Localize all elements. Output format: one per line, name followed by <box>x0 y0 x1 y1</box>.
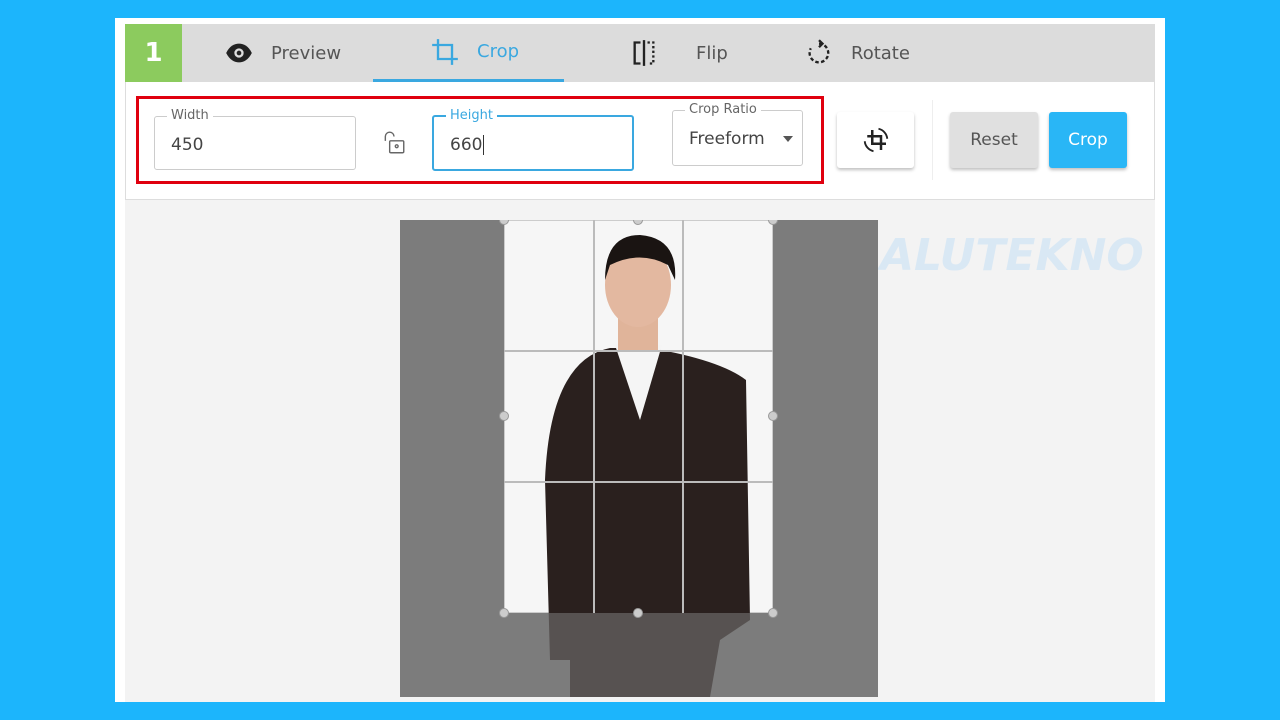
crop-handle[interactable] <box>633 608 643 618</box>
flip-icon <box>633 40 655 66</box>
tab-bar: 1 Preview Crop Flip Rotate <box>125 24 1155 82</box>
chevron-down-icon <box>783 136 793 147</box>
eye-icon <box>226 43 252 63</box>
crop-button[interactable]: Crop <box>1049 112 1127 168</box>
rotate-icon <box>808 39 830 64</box>
step-badge: 1 <box>125 24 182 82</box>
crop-handle[interactable] <box>499 411 509 421</box>
person-photo <box>504 220 773 697</box>
tab-rotate[interactable]: Rotate <box>805 24 910 82</box>
divider <box>932 100 933 180</box>
crop-handle[interactable] <box>768 608 778 618</box>
crop-rotate-icon <box>863 127 888 153</box>
image <box>400 220 878 697</box>
crop-handle[interactable] <box>768 411 778 421</box>
width-field[interactable]: Width 450 <box>154 108 356 170</box>
tab-preview[interactable]: Preview <box>225 24 341 82</box>
rotate-crop-button[interactable] <box>837 112 914 168</box>
crop-toolbar: Width 450 Height 660 Crop Ratio Freeform… <box>125 82 1155 200</box>
tab-crop[interactable]: Crop <box>373 24 564 82</box>
reset-button[interactable]: Reset <box>950 112 1038 168</box>
image-canvas: ALUTEKNO <box>125 200 1155 702</box>
watermark-logo: ALUTEKNO <box>880 230 1144 281</box>
editor-panel: 1 Preview Crop Flip Rotate Width 450 Hei… <box>115 18 1165 702</box>
crop-ratio-select[interactable]: Crop Ratio Freeform <box>672 102 803 166</box>
crop-icon <box>432 38 458 65</box>
tab-flip[interactable]: Flip <box>630 24 728 82</box>
height-field[interactable]: Height 660 <box>432 108 634 171</box>
crop-handle[interactable] <box>499 608 509 618</box>
unlock-icon[interactable] <box>381 130 407 156</box>
